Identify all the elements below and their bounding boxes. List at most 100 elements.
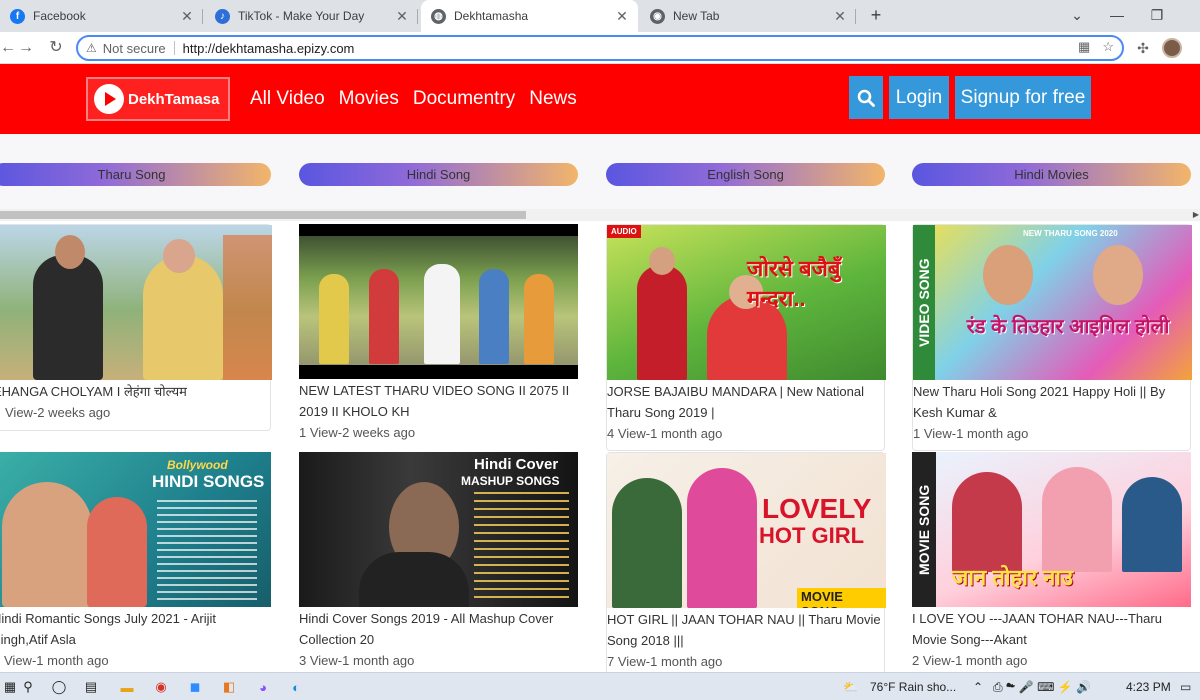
search-icon [857,89,875,107]
video-title[interactable]: Hindi Cover Songs 2019 - All Mashup Cove… [299,607,578,650]
signup-button[interactable]: Signup for free [955,76,1091,119]
avatar[interactable] [1162,38,1182,58]
thumbnail-caption: Bollywood [167,458,228,472]
messenger-icon[interactable]: ◕ [253,677,273,697]
bookmark-star-icon[interactable]: ☆ [1102,39,1114,55]
tab-search-icon[interactable]: ⌄ [1057,0,1097,32]
video-card[interactable]: VIDEO SONG NEW THARU SONG 2020 रंड के ति… [912,224,1192,451]
divider [173,41,175,55]
search-icon[interactable]: ⚲ [18,677,38,697]
close-icon[interactable]: ✕ [179,8,195,25]
video-card[interactable]: Hindi Cover MASHUP SONGS Hindi Cover Son… [299,452,578,672]
notification-icon[interactable]: ▭ [1180,680,1191,694]
url-text[interactable]: http://dekhtamasha.epizy.com [183,41,355,56]
category-hindi-song[interactable]: Hindi Song [299,163,578,186]
minimize-icon[interactable]: — [1097,0,1137,32]
chrome-icon[interactable]: ◉ [151,677,171,697]
chevron-up-icon[interactable]: ⌃ [973,680,983,694]
widgets-icon[interactable]: ▤ [81,677,101,697]
tab-tiktok[interactable]: ♪ TikTok - Make Your Day ✕ [205,0,418,32]
site-logo[interactable]: DekhTamasa [86,77,230,121]
category-english-song[interactable]: English Song [606,163,885,186]
video-card[interactable]: Bollywood HINDI SONGS Hindi Romantic Son… [0,452,271,672]
nav-news[interactable]: News [529,88,577,110]
video-thumbnail[interactable]: LOVELY HOT GIRL MOVIE SONG [607,453,886,608]
video-title[interactable]: I LOVE YOU ---JAAN TOHAR NAU---Tharu Mov… [912,607,1191,650]
tab-title: Facebook [33,9,86,23]
thumbnail-text: जोरसे बजैबुँ मन्दरा.. [747,256,841,311]
edge-icon[interactable]: ◐ [286,677,306,697]
video-meta: 2 View-1 month ago [912,653,1028,668]
close-icon[interactable]: ✕ [614,8,630,25]
video-thumbnail[interactable] [0,225,272,380]
weather-icon[interactable]: ⛅ [843,680,858,694]
thumbnail-text: जान तोहार नाउ [952,565,1074,590]
thumbnail-text: LOVELY [762,493,872,524]
tray-icons[interactable]: ⎙ ☁ 🎤 ⌨ ⚡ 🔊 [993,680,1091,695]
nav-all-video[interactable]: All Video [250,88,325,110]
close-icon[interactable]: ✕ [832,8,848,25]
warning-icon: ⚠ [86,41,97,55]
login-button[interactable]: Login [889,76,949,119]
video-thumbnail[interactable]: AUDIO जोरसे बजैबुँ मन्दरा.. [607,225,886,380]
tab-title: New Tab [673,9,720,23]
video-meta: View-2 weeks ago [5,405,111,420]
video-title[interactable]: Hindi Romantic Songs July 2021 - Arijit … [0,607,271,650]
video-title[interactable]: JORSE BAJAIBU MANDARA | New National Tha… [607,380,884,423]
security-label: Not secure [102,40,166,56]
windows-taskbar: ▦ ⚲ ◯ ▤ ▬ ◉ ◼ ◧ ◕ ◐ ⛅ 76°F Rain sho... ⌃… [0,672,1200,700]
thumbnail-side-label: MOVIE SONG [912,452,936,607]
video-card[interactable]: EHANGA CHOLYAM I लेहंगा चोल्यम View-2 we… [0,224,272,431]
video-meta: 7 View-1 month ago [607,654,723,669]
reload-icon[interactable]: ↻ [44,36,68,60]
video-thumbnail[interactable]: Hindi Cover MASHUP SONGS [299,452,578,607]
video-thumbnail[interactable]: VIDEO SONG NEW THARU SONG 2020 रंड के ति… [913,225,1192,380]
tab-facebook[interactable]: f Facebook ✕ [0,0,203,32]
close-icon[interactable]: ✕ [394,8,410,25]
file-explorer-icon[interactable]: ▬ [117,677,137,697]
site-header: DekhTamasa All Video Movies Documentry N… [0,64,1200,134]
extensions-icon[interactable]: ✣ [1131,36,1155,60]
video-title[interactable]: EHANGA CHOLYAM I लेहंगा चोल्यम [0,380,270,402]
new-tab-button[interactable]: + [866,6,886,26]
search-button[interactable] [849,76,883,119]
video-thumbnail[interactable] [299,224,578,379]
tab-new-tab[interactable]: ◉ New Tab ✕ [640,0,856,32]
category-tharu-song[interactable]: Tharu Song [0,163,271,186]
video-card[interactable]: LOVELY HOT GIRL MOVIE SONG HOT GIRL || J… [606,452,886,672]
video-card[interactable]: AUDIO जोरसे बजैबुँ मन्दरा.. JORSE BAJAIB… [606,224,886,451]
sublime-icon[interactable]: ◧ [219,677,239,697]
tab-strip: f Facebook ✕ ♪ TikTok - Make Your Day ✕ … [0,0,1200,32]
tiktok-icon: ♪ [215,8,230,24]
restore-icon[interactable]: ❐ [1137,0,1177,32]
forward-icon[interactable]: → [14,36,38,60]
thumbnail-caption: NEW THARU SONG 2020 [1023,229,1118,238]
video-title[interactable]: New Tharu Holi Song 2021 Happy Holi || B… [913,380,1190,423]
tab-dekhtamasha[interactable]: ◍ Dekhtamasha ✕ [421,0,638,32]
tab-title: Dekhtamasha [454,9,529,23]
zoom-icon[interactable]: ◼ [185,677,205,697]
nav-documentry[interactable]: Documentry [413,88,515,110]
qr-code-icon[interactable]: ▦ [1078,39,1090,55]
video-thumbnail[interactable]: MOVIE SONG जान तोहार नाउ [912,452,1191,607]
task-view-icon[interactable]: ◯ [49,677,69,697]
video-meta: 1 View-1 month ago [913,426,1029,441]
main-nav: All Video Movies Documentry News [250,88,577,110]
video-title[interactable]: NEW LATEST THARU VIDEO SONG II 2075 II 2… [299,379,578,422]
nav-movies[interactable]: Movies [339,88,399,110]
thumbnail-text: रंड के तिउहार आइगिल होली [966,316,1170,338]
video-card[interactable]: NEW LATEST THARU VIDEO SONG II 2075 II 2… [299,224,578,446]
weather-text[interactable]: 76°F Rain sho... [870,680,956,694]
windows-start-icon[interactable]: ▦ [0,677,20,697]
scrollbar-thumb[interactable] [0,211,526,219]
brand-name: DekhTamasa [128,90,220,108]
video-thumbnail[interactable]: Bollywood HINDI SONGS [0,452,271,607]
video-card[interactable]: MOVIE SONG जान तोहार नाउ I LOVE YOU ---J… [912,452,1191,672]
category-hindi-movies[interactable]: Hindi Movies [912,163,1191,186]
horizontal-scrollbar[interactable]: ▶ [0,209,1200,221]
address-bar[interactable]: ⚠ Not secure http://dekhtamasha.epizy.co… [76,35,1124,61]
clock-time[interactable]: 4:23 PM [1126,680,1171,694]
video-meta: 3 View-1 month ago [299,653,415,668]
scroll-right-arrow-icon[interactable]: ▶ [1193,210,1199,219]
video-title[interactable]: HOT GIRL || JAAN TOHAR NAU || Tharu Movi… [607,608,884,651]
